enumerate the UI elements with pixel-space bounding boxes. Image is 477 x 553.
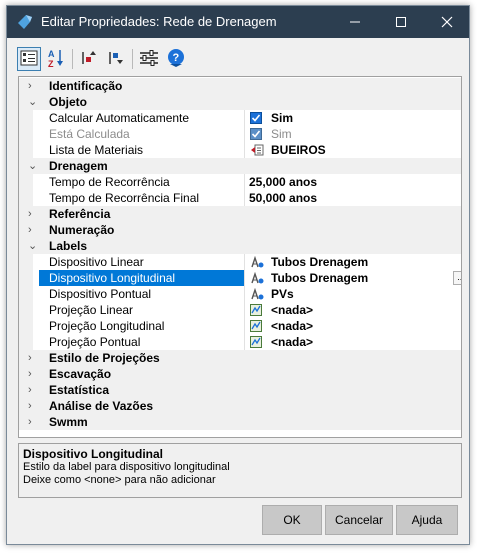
prop-calcular-automaticamente[interactable]: Calcular Automaticamente Sim (19, 110, 461, 126)
description-text: Estilo da label para dispositivo longitu… (23, 461, 230, 473)
settings-button[interactable] (137, 47, 161, 71)
svg-text:?: ? (173, 52, 180, 64)
chevron-down-icon[interactable]: ⌄ (28, 238, 38, 254)
description-hint: Deixe como <none> para não adicionar (23, 474, 216, 486)
checkbox-checked-icon (250, 128, 262, 140)
categorized-view-button[interactable] (17, 47, 41, 71)
category-escavacao[interactable]: › Escavação (19, 366, 461, 382)
category-swmm[interactable]: › Swmm (19, 414, 461, 430)
alphabetical-sort-icon: AZ (47, 48, 65, 71)
projection-style-icon (250, 304, 262, 316)
expand-all-button[interactable] (104, 47, 128, 71)
minimize-button[interactable] (332, 6, 378, 38)
chevron-right-icon[interactable]: › (28, 78, 38, 94)
toolbar-separator (132, 49, 133, 69)
prop-projecao-pontual[interactable]: Projeção Pontual <nada> (19, 334, 461, 350)
prop-projecao-longitudinal[interactable]: Projeção Longitudinal <nada> (19, 318, 461, 334)
chevron-right-icon[interactable]: › (28, 414, 38, 430)
cancel-button[interactable]: Cancelar (325, 505, 393, 535)
projection-style-icon (250, 320, 262, 332)
browse-button[interactable]: ... (453, 271, 461, 285)
chevron-right-icon[interactable]: › (28, 398, 38, 414)
prop-dispositivo-linear[interactable]: Dispositivo Linear Tubos Drenagem (19, 254, 461, 270)
chevron-right-icon[interactable]: › (28, 222, 38, 238)
ok-button[interactable]: OK (262, 505, 322, 535)
maximize-button[interactable] (378, 6, 424, 38)
prop-esta-calculada[interactable]: Está Calculada Sim (19, 126, 461, 142)
help-tool-button[interactable]: ? (164, 47, 188, 71)
prop-projecao-linear[interactable]: Projeção Linear <nada> (19, 302, 461, 318)
description-title: Dispositivo Longitudinal (23, 447, 163, 461)
prop-lista-de-materiais[interactable]: Lista de Materiais BUEIROS (19, 142, 461, 158)
chevron-down-icon[interactable]: ⌄ (28, 158, 38, 174)
title-bar[interactable]: Editar Propriedades: Rede de Drenagem (7, 6, 469, 38)
prop-dispositivo-pontual[interactable]: Dispositivo Pontual PVs (19, 286, 461, 302)
collapse-all-icon (80, 49, 98, 70)
checkbox-checked-icon[interactable] (250, 112, 262, 124)
window-title: Editar Propriedades: Rede de Drenagem (41, 14, 277, 29)
chevron-right-icon[interactable]: › (28, 350, 38, 366)
expand-all-icon (107, 49, 125, 70)
prop-tempo-de-recorrencia-final[interactable]: Tempo de Recorrência Final 50,000 anos (19, 190, 461, 206)
prop-tempo-de-recorrencia[interactable]: Tempo de Recorrência 25,000 anos (19, 174, 461, 190)
property-grid[interactable]: › Identificação ⌄ Objeto Calcular Automa… (18, 76, 462, 438)
material-list-icon (250, 144, 264, 156)
properties-dialog: Editar Propriedades: Rede de Drenagem AZ (6, 5, 470, 545)
prop-dispositivo-longitudinal[interactable]: Dispositivo Longitudinal Tubos Drenagem … (19, 270, 461, 286)
category-labels[interactable]: ⌄ Labels (19, 238, 461, 254)
projection-style-icon (250, 336, 262, 348)
toolbar-separator (72, 49, 73, 69)
label-style-icon (250, 271, 264, 284)
svg-text:Z: Z (48, 59, 54, 68)
categorized-view-icon (20, 50, 38, 69)
category-estatistica[interactable]: › Estatística (19, 382, 461, 398)
chevron-right-icon[interactable]: › (28, 366, 38, 382)
help-icon: ? (166, 48, 186, 71)
chevron-right-icon[interactable]: › (28, 206, 38, 222)
category-drenagem[interactable]: ⌄ Drenagem (19, 158, 461, 174)
close-button[interactable] (424, 6, 470, 38)
category-identificacao[interactable]: › Identificação (19, 78, 461, 94)
toolbar: AZ ? (17, 45, 227, 73)
chevron-down-icon[interactable]: ⌄ (28, 94, 38, 110)
label-style-icon (250, 255, 264, 268)
description-pane: Dispositivo Longitudinal Estilo da label… (18, 443, 462, 498)
svg-text:A: A (48, 49, 55, 59)
settings-sliders-icon (139, 49, 159, 70)
category-numeracao[interactable]: › Numeração (19, 222, 461, 238)
app-logo-icon (17, 14, 33, 30)
help-button[interactable]: Ajuda (396, 505, 458, 535)
alphabetical-sort-button[interactable]: AZ (44, 47, 68, 71)
collapse-all-button[interactable] (77, 47, 101, 71)
label-style-icon (250, 287, 264, 300)
chevron-right-icon[interactable]: › (28, 382, 38, 398)
category-objeto[interactable]: ⌄ Objeto (19, 94, 461, 110)
category-referencia[interactable]: › Referência (19, 206, 461, 222)
category-estilo-de-projecoes[interactable]: › Estilo de Projeções (19, 350, 461, 366)
category-analise-de-vazoes[interactable]: › Análise de Vazões (19, 398, 461, 414)
